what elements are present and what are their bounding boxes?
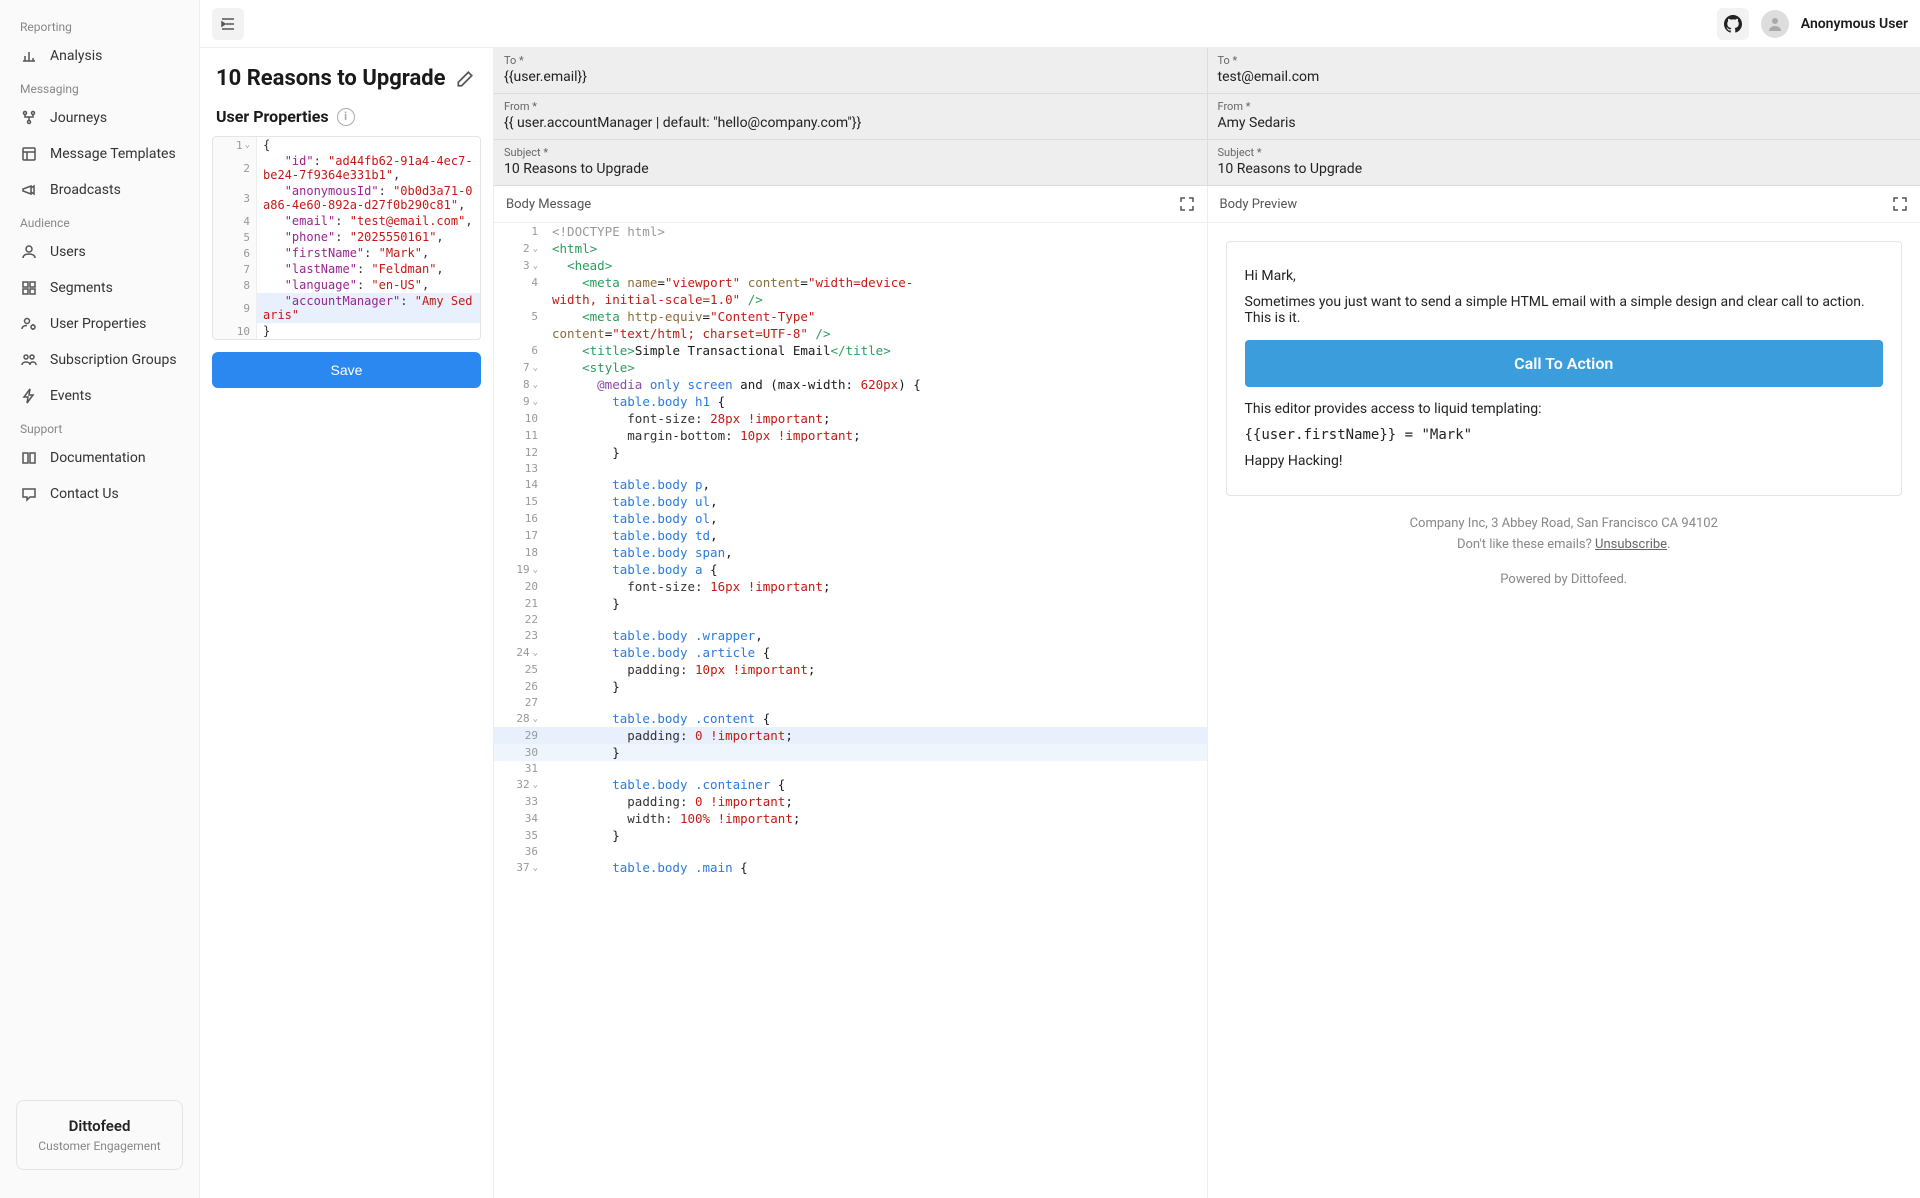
sidebar-section-reporting: Reporting (0, 12, 199, 38)
sidebar-item-label: Broadcasts (50, 182, 121, 198)
chat-icon (20, 485, 38, 503)
preview-greeting: Hi Mark, (1245, 268, 1884, 284)
sidebar-item-broadcasts[interactable]: Broadcasts (0, 172, 199, 208)
github-icon (1724, 15, 1742, 33)
person-icon (1767, 16, 1783, 32)
body-preview-label: Body Preview (1220, 197, 1298, 212)
bolt-icon (20, 387, 38, 405)
megaphone-icon (20, 181, 38, 199)
from-resolved-field: From * Amy Sedaris (1208, 94, 1920, 140)
email-fields: To * {{user.email}} From * {{ user.accou… (494, 48, 1920, 186)
sidebar-section-messaging: Messaging (0, 74, 199, 100)
preview-templating: {{user.firstName}} = "Mark" (1245, 427, 1884, 443)
topbar: Anonymous User (200, 0, 1920, 48)
sidebar-item-documentation[interactable]: Documentation (0, 440, 199, 476)
indent-icon (220, 16, 236, 32)
sidebar-item-users[interactable]: Users (0, 234, 199, 270)
sidebar-item-events[interactable]: Events (0, 378, 199, 414)
sidebar-section-audience: Audience (0, 208, 199, 234)
edit-title-button[interactable] (456, 70, 474, 88)
username: Anonymous User (1801, 16, 1908, 32)
template-icon (20, 145, 38, 163)
body-message-label: Body Message (506, 197, 591, 212)
left-pane: 10 Reasons to Upgrade User Properties i … (200, 48, 494, 1198)
body-message-editor[interactable]: 1<!DOCTYPE html>2 ⌄<html>3 ⌄ <head>4 <me… (494, 223, 1207, 1198)
user-properties-editor[interactable]: 1 ⌄{2 "id": "ad44fb62-91a4-4ec7-be24-7f9… (212, 136, 481, 340)
expand-message-button[interactable] (1179, 196, 1195, 212)
preview-cta-button[interactable]: Call To Action (1245, 340, 1884, 387)
unsubscribe-link[interactable]: Unsubscribe (1595, 537, 1667, 552)
sidebar-item-label: Message Templates (50, 146, 176, 162)
page-title: 10 Reasons to Upgrade (216, 66, 446, 91)
sidebar-section-support: Support (0, 414, 199, 440)
preview-footer-address: Company Inc, 3 Abbey Road, San Francisco… (1226, 514, 1903, 535)
sidebar-item-label: Users (50, 244, 86, 260)
sidebar-item-segments[interactable]: Segments (0, 270, 199, 306)
sidebar-item-contact-us[interactable]: Contact Us (0, 476, 199, 512)
user-icon (20, 243, 38, 261)
body-preview: Hi Mark, Sometimes you just want to send… (1208, 223, 1920, 1198)
preview-para1: Sometimes you just want to send a simple… (1245, 294, 1884, 326)
sidebar-item-label: Journeys (50, 110, 107, 126)
to-template-field[interactable]: To * {{user.email}} (494, 48, 1207, 94)
sidebar: Reporting Analysis Messaging Journeys Me… (0, 0, 200, 1198)
sidebar-item-message-templates[interactable]: Message Templates (0, 136, 199, 172)
sidebar-item-journeys[interactable]: Journeys (0, 100, 199, 136)
github-button[interactable] (1717, 8, 1749, 40)
brand-subtitle: Customer Engagement (33, 1139, 166, 1153)
user-properties-heading: User Properties (216, 107, 329, 126)
segments-icon (20, 279, 38, 297)
sidebar-item-user-properties[interactable]: User Properties (0, 306, 199, 342)
pencil-icon (456, 70, 474, 88)
bar-chart-icon (20, 47, 38, 65)
expand-preview-button[interactable] (1892, 196, 1908, 212)
user-gear-icon (20, 315, 38, 333)
preview-closing: Happy Hacking! (1245, 453, 1884, 469)
avatar[interactable] (1761, 10, 1789, 38)
sidebar-item-analysis[interactable]: Analysis (0, 38, 199, 74)
brand-card: Dittofeed Customer Engagement (16, 1100, 183, 1170)
sidebar-item-label: Documentation (50, 450, 146, 466)
save-button[interactable]: Save (212, 352, 481, 388)
book-icon (20, 449, 38, 467)
preview-para2: This editor provides access to liquid te… (1245, 401, 1884, 417)
fullscreen-icon (1179, 196, 1195, 212)
from-template-field[interactable]: From * {{ user.accountManager | default:… (494, 94, 1207, 140)
sidebar-item-label: Analysis (50, 48, 102, 64)
flow-icon (20, 109, 38, 127)
sidebar-item-label: Events (50, 388, 91, 404)
subject-template-field[interactable]: Subject * 10 Reasons to Upgrade (494, 140, 1207, 185)
info-icon[interactable]: i (337, 108, 355, 126)
sidebar-item-label: Subscription Groups (50, 352, 177, 368)
users-icon (20, 351, 38, 369)
collapse-sidebar-button[interactable] (212, 8, 244, 40)
preview-powered-by: Powered by Dittofeed. (1226, 570, 1903, 591)
subject-resolved-field: Subject * 10 Reasons to Upgrade (1208, 140, 1920, 185)
brand-title: Dittofeed (33, 1117, 166, 1135)
sidebar-item-subscription-groups[interactable]: Subscription Groups (0, 342, 199, 378)
sidebar-item-label: Contact Us (50, 486, 119, 502)
to-resolved-field: To * test@email.com (1208, 48, 1920, 94)
sidebar-item-label: User Properties (50, 316, 146, 332)
sidebar-item-label: Segments (50, 280, 113, 296)
fullscreen-icon (1892, 196, 1908, 212)
